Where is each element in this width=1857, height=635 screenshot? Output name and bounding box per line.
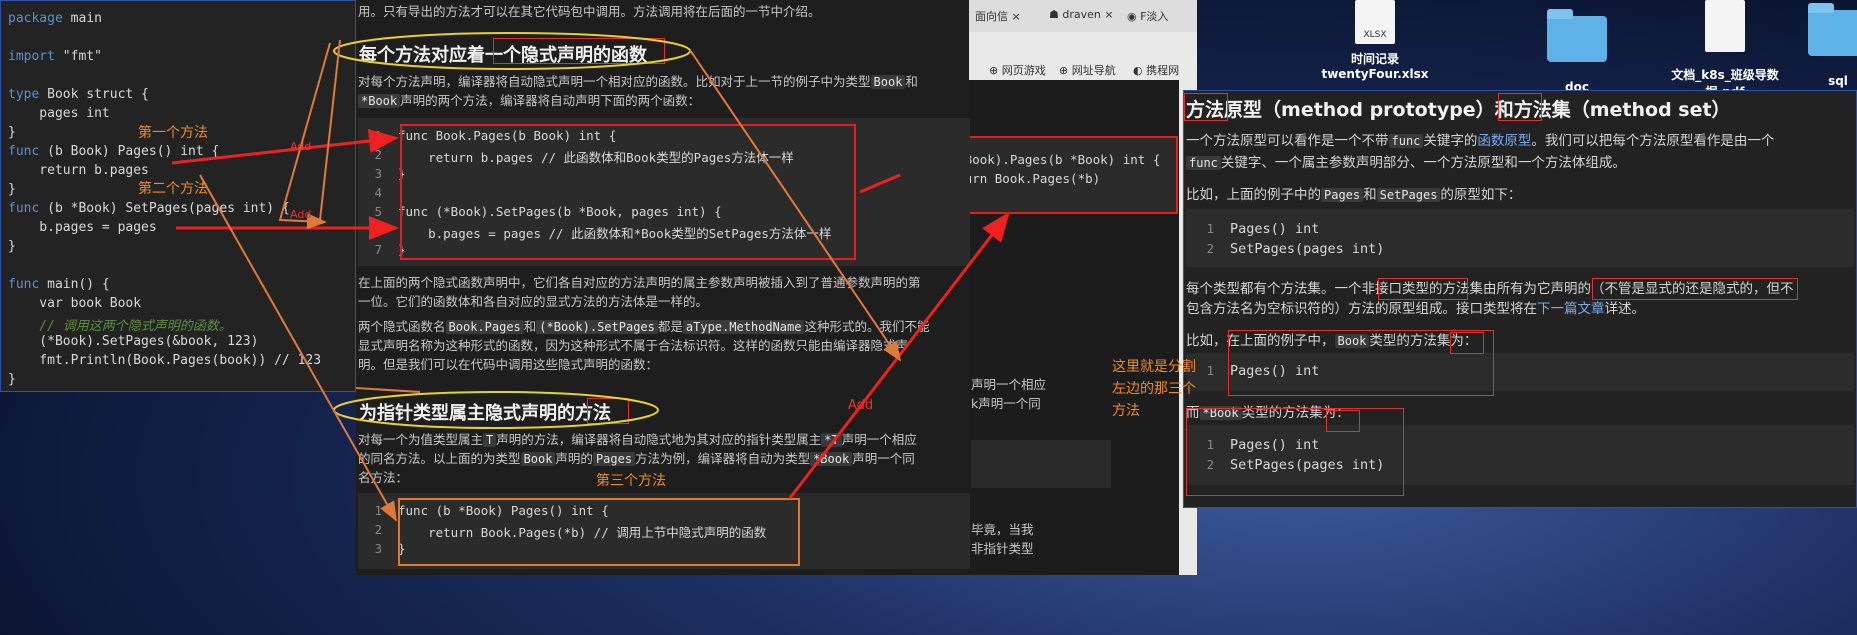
arrow	[689, 49, 902, 362]
arrow	[788, 211, 1010, 499]
heading-ellipse	[333, 391, 659, 429]
heading-ellipse	[333, 32, 691, 70]
arrow	[859, 173, 901, 194]
arrow	[355, 387, 421, 393]
annotation-overlay	[171, 32, 1010, 522]
